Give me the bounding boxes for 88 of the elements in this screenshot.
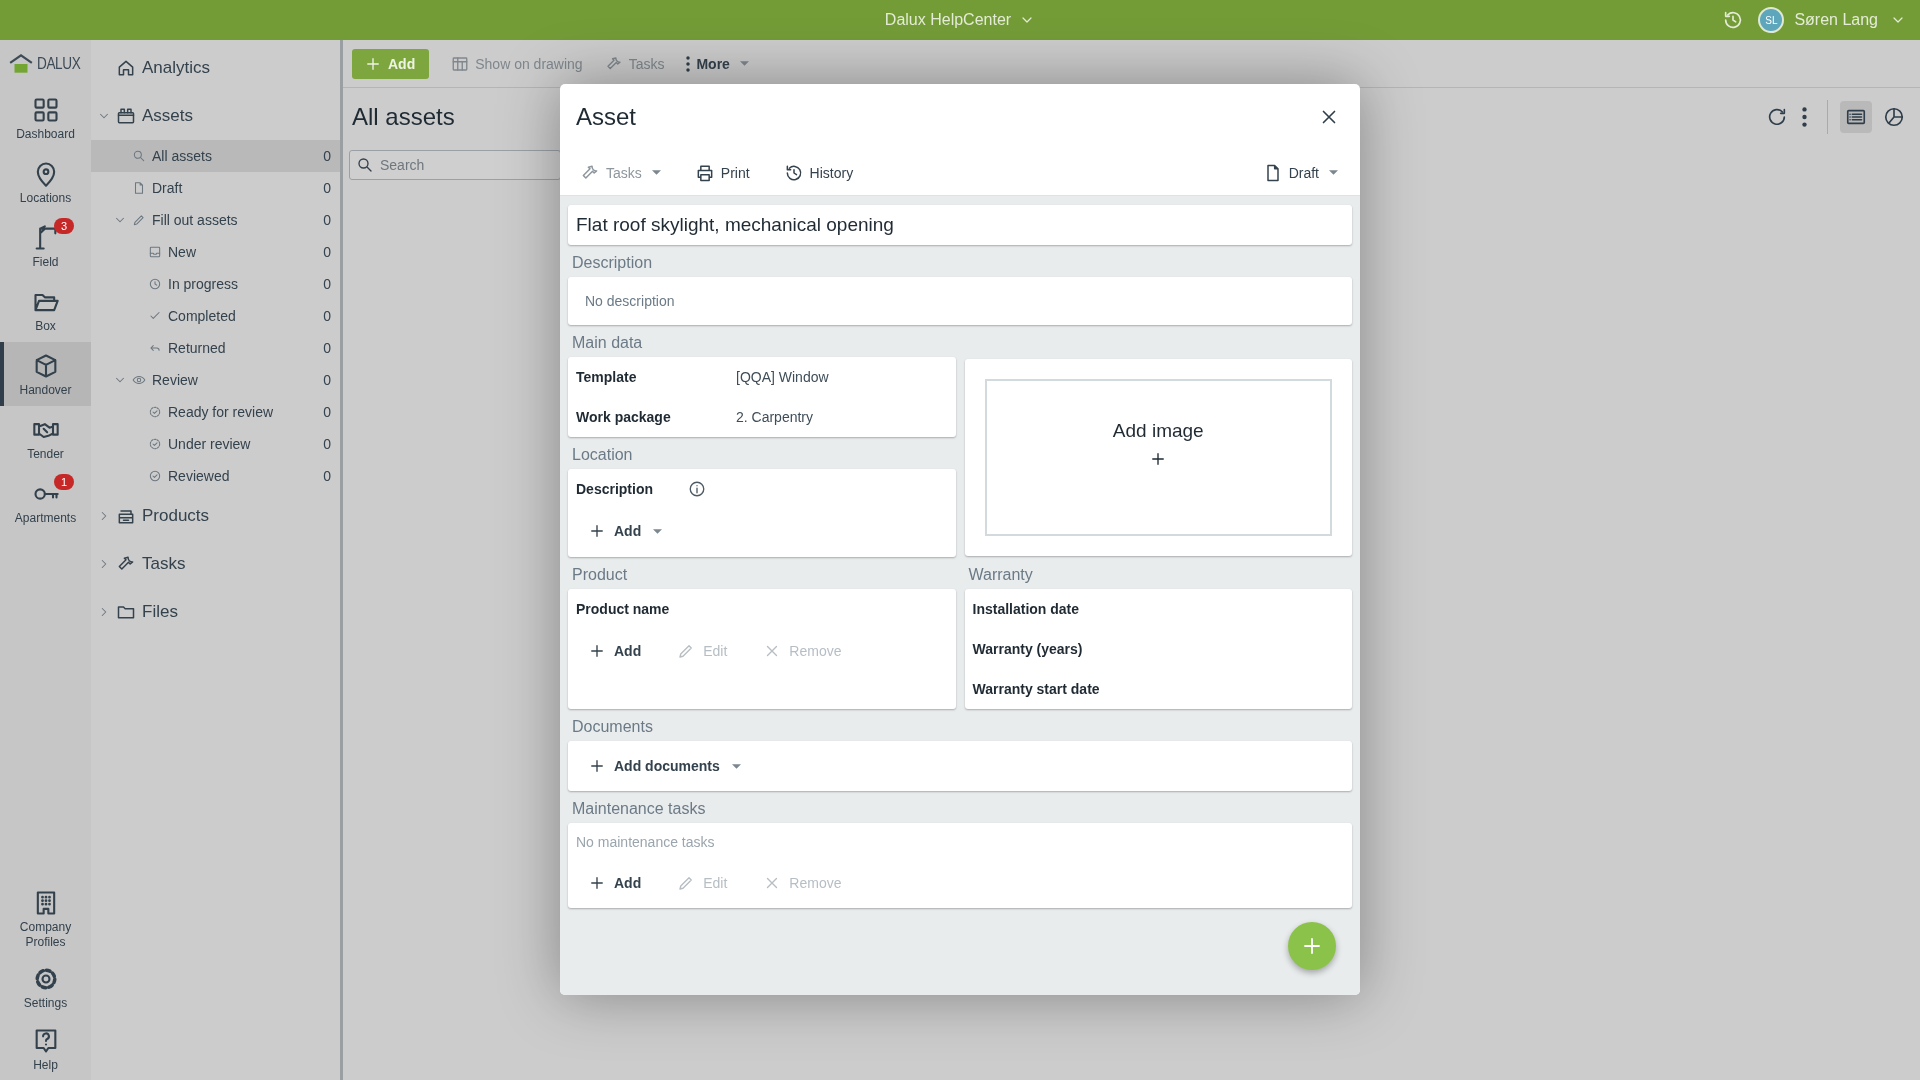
field-label: Warranty start date [972, 681, 1101, 697]
action-button[interactable]: Add [588, 874, 642, 892]
section-heading: Warranty [967, 565, 1034, 585]
asset-name-field[interactable]: Flat roof skylight, mechanical opening [568, 205, 1352, 245]
tree-item[interactable]: Ready for review 0 [91, 396, 340, 428]
tree-item[interactable]: Under review 0 [91, 428, 340, 460]
field-label: Description [576, 481, 654, 497]
tree-item[interactable]: New 0 [91, 236, 340, 268]
tree-item-label: Reviewed [168, 468, 231, 484]
dialog-action[interactable]: History [783, 162, 854, 183]
logo: DALUX [0, 40, 91, 86]
notification-badge: 1 [54, 474, 74, 490]
tree-item-label: Under review [168, 436, 252, 452]
field-value: 2. Carpentry [736, 409, 814, 425]
notification-badge: 3 [54, 218, 74, 234]
nav-item[interactable]: Field 3 [0, 214, 91, 278]
item-count: 0 [323, 404, 331, 420]
tree-item[interactable]: Fill out assets 0 [91, 204, 340, 236]
tree-item-label: Review [152, 372, 199, 388]
dialog-title: Asset [576, 103, 637, 131]
item-count: 0 [323, 244, 331, 260]
nav-item[interactable]: Company Profiles [0, 883, 91, 956]
more-menu-button[interactable]: More [686, 48, 749, 79]
item-count: 0 [323, 468, 331, 484]
add-documents-button[interactable]: Add documents [588, 757, 741, 775]
tree-item[interactable]: Returned 0 [91, 332, 340, 364]
tree-item-label: All assets [152, 148, 213, 164]
nav-item[interactable]: Apartments 1 [0, 470, 91, 534]
item-count: 0 [323, 276, 331, 292]
item-count: 0 [323, 148, 331, 164]
add-image-button[interactable]: Add image [984, 379, 1332, 536]
tree-item[interactable]: Analytics [91, 44, 340, 92]
section-heading: Documents [571, 717, 654, 737]
tree-item-label: Returned [168, 340, 227, 356]
item-count: 0 [323, 308, 331, 324]
tree-item-label: Files [142, 602, 179, 622]
section-heading: Description [571, 253, 654, 273]
section-heading: Maintenance tasks [571, 799, 707, 819]
description-field[interactable]: No description [568, 277, 1352, 325]
item-count: 0 [323, 180, 331, 196]
dialog-action[interactable]: Print [694, 162, 750, 183]
add-location-button[interactable]: Add [588, 522, 663, 540]
tree-item[interactable]: Draft 0 [91, 172, 340, 204]
tree-item[interactable]: All assets 0 [91, 140, 340, 172]
search-field[interactable]: Search [349, 150, 561, 180]
tree-item[interactable]: Completed 0 [91, 300, 340, 332]
tree-item-label: Draft [152, 180, 184, 196]
tree-item[interactable]: Files [91, 588, 340, 636]
tree-item[interactable]: Review 0 [91, 364, 340, 396]
tree-item-label: New [168, 244, 197, 260]
page-title: All assets [352, 103, 455, 131]
tree-item[interactable]: Products [91, 492, 340, 540]
field-label: Work package [576, 409, 672, 425]
field-label: Warranty (years) [972, 641, 1084, 657]
section-heading: Location [571, 445, 634, 465]
nav-item[interactable]: Settings [0, 959, 91, 1017]
nav-item[interactable]: Box [0, 278, 91, 342]
tree-item-label: Assets [142, 106, 195, 126]
tree-item[interactable]: In progress 0 [91, 268, 340, 300]
tree-item-label: Tasks [142, 554, 187, 574]
item-count: 0 [323, 340, 331, 356]
action-button[interactable]: Add [588, 642, 642, 660]
tree-item[interactable]: Tasks [91, 540, 340, 588]
tree-item-label: Fill out assets [152, 212, 239, 228]
tree-item-label: Ready for review [168, 404, 275, 420]
tree-item[interactable]: Assets [91, 92, 340, 140]
field-label: Installation date [972, 601, 1081, 617]
status-dropdown[interactable]: Draft [1262, 162, 1338, 183]
nav-item[interactable]: Tender [0, 406, 91, 470]
item-count: 0 [323, 372, 331, 388]
nav-item[interactable]: Handover [0, 342, 91, 406]
empty-message: No maintenance tasks [576, 833, 716, 852]
item-count: 0 [323, 436, 331, 452]
nav-item[interactable]: Help [0, 1020, 91, 1078]
field-label: Product name [576, 601, 671, 617]
user-avatar: SL [1758, 7, 1785, 33]
item-count: 0 [323, 212, 331, 228]
field-label: Template [576, 369, 638, 385]
tree-item-label: Analytics [142, 58, 212, 78]
tree-item[interactable]: Reviewed 0 [91, 460, 340, 492]
section-heading: Main data [571, 333, 644, 353]
field-value: [QQA] Window [736, 369, 829, 385]
tree-item-label: Products [142, 506, 211, 526]
tree-item-label: In progress [168, 276, 240, 292]
nav-item[interactable]: Dashboard [0, 86, 91, 150]
tree-item-label: Completed [168, 308, 237, 324]
section-heading: Product [571, 565, 629, 585]
nav-item[interactable]: Locations [0, 150, 91, 214]
